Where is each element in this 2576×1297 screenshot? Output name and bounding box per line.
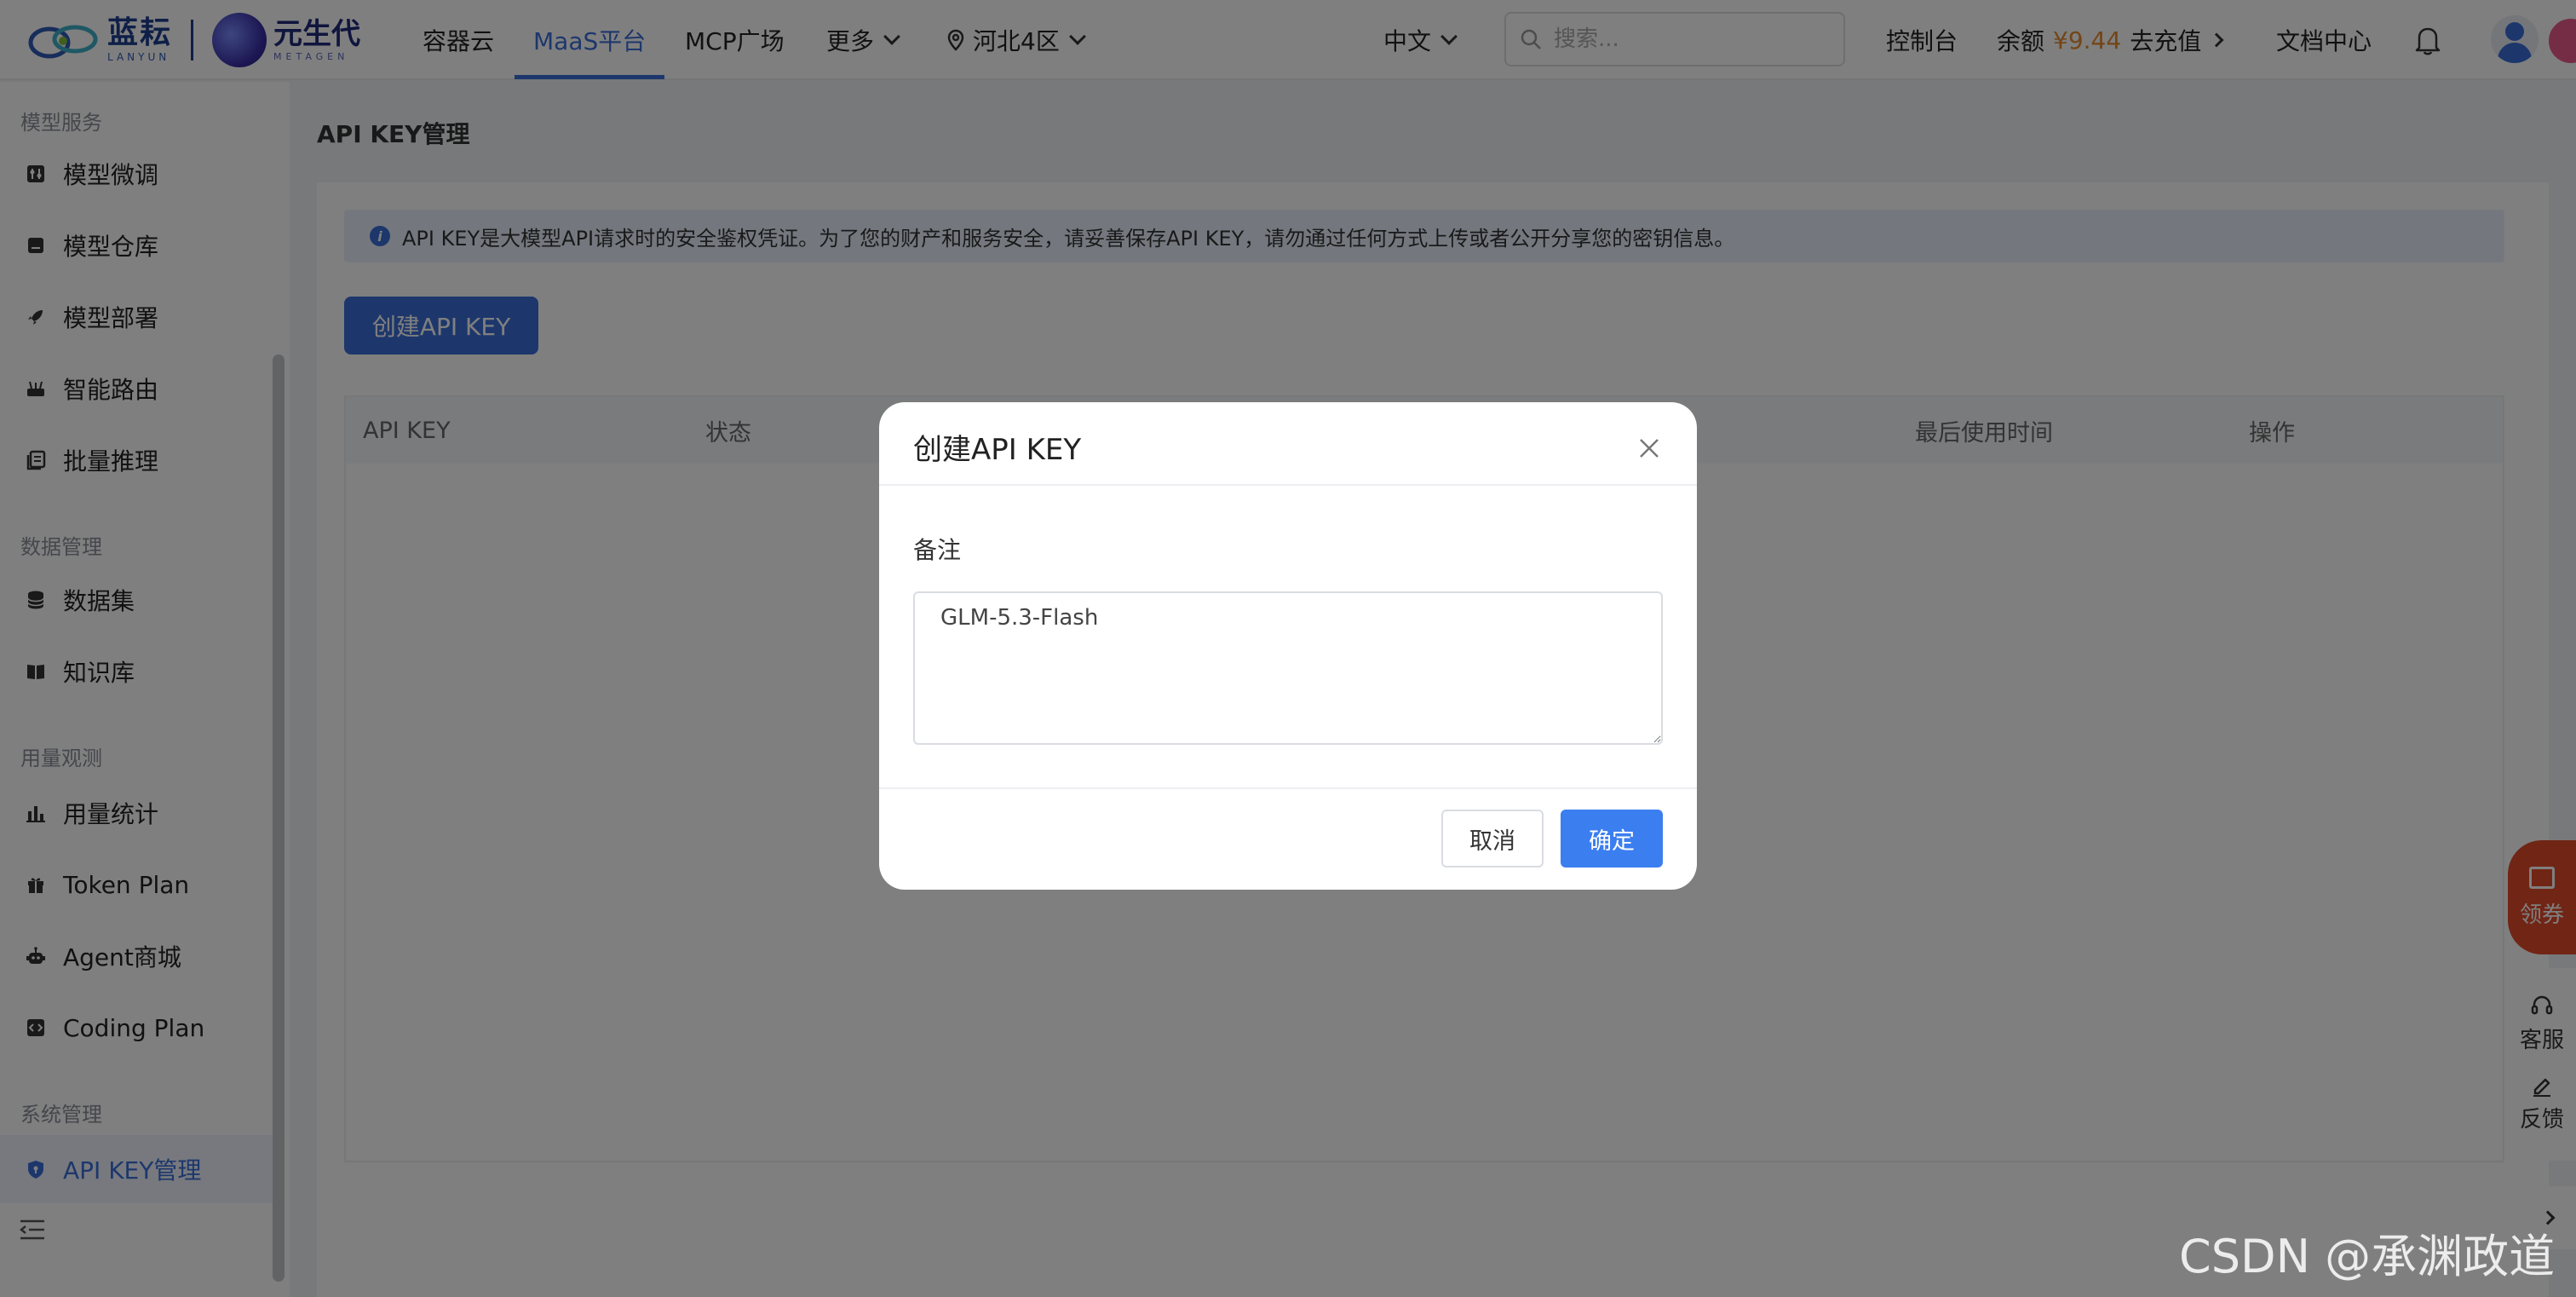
remark-label: 备注 <box>913 536 962 564</box>
dialog-footer-divider <box>879 787 1697 789</box>
dialog-title: 创建API KEY <box>913 433 1082 467</box>
cancel-button[interactable]: 取消 <box>1441 810 1544 868</box>
confirm-button[interactable]: 确定 <box>1561 810 1663 868</box>
watermark: CSDN @承渊政道 <box>2179 1230 2556 1283</box>
remark-textarea[interactable]: GLM-5.3-Flash <box>913 591 1663 745</box>
dialog-header: 创建API KEY <box>879 402 1697 486</box>
create-api-key-dialog: 创建API KEY 备注 GLM-5.3-Flash 取消 确定 <box>879 402 1697 890</box>
close-icon[interactable] <box>1637 436 1661 460</box>
